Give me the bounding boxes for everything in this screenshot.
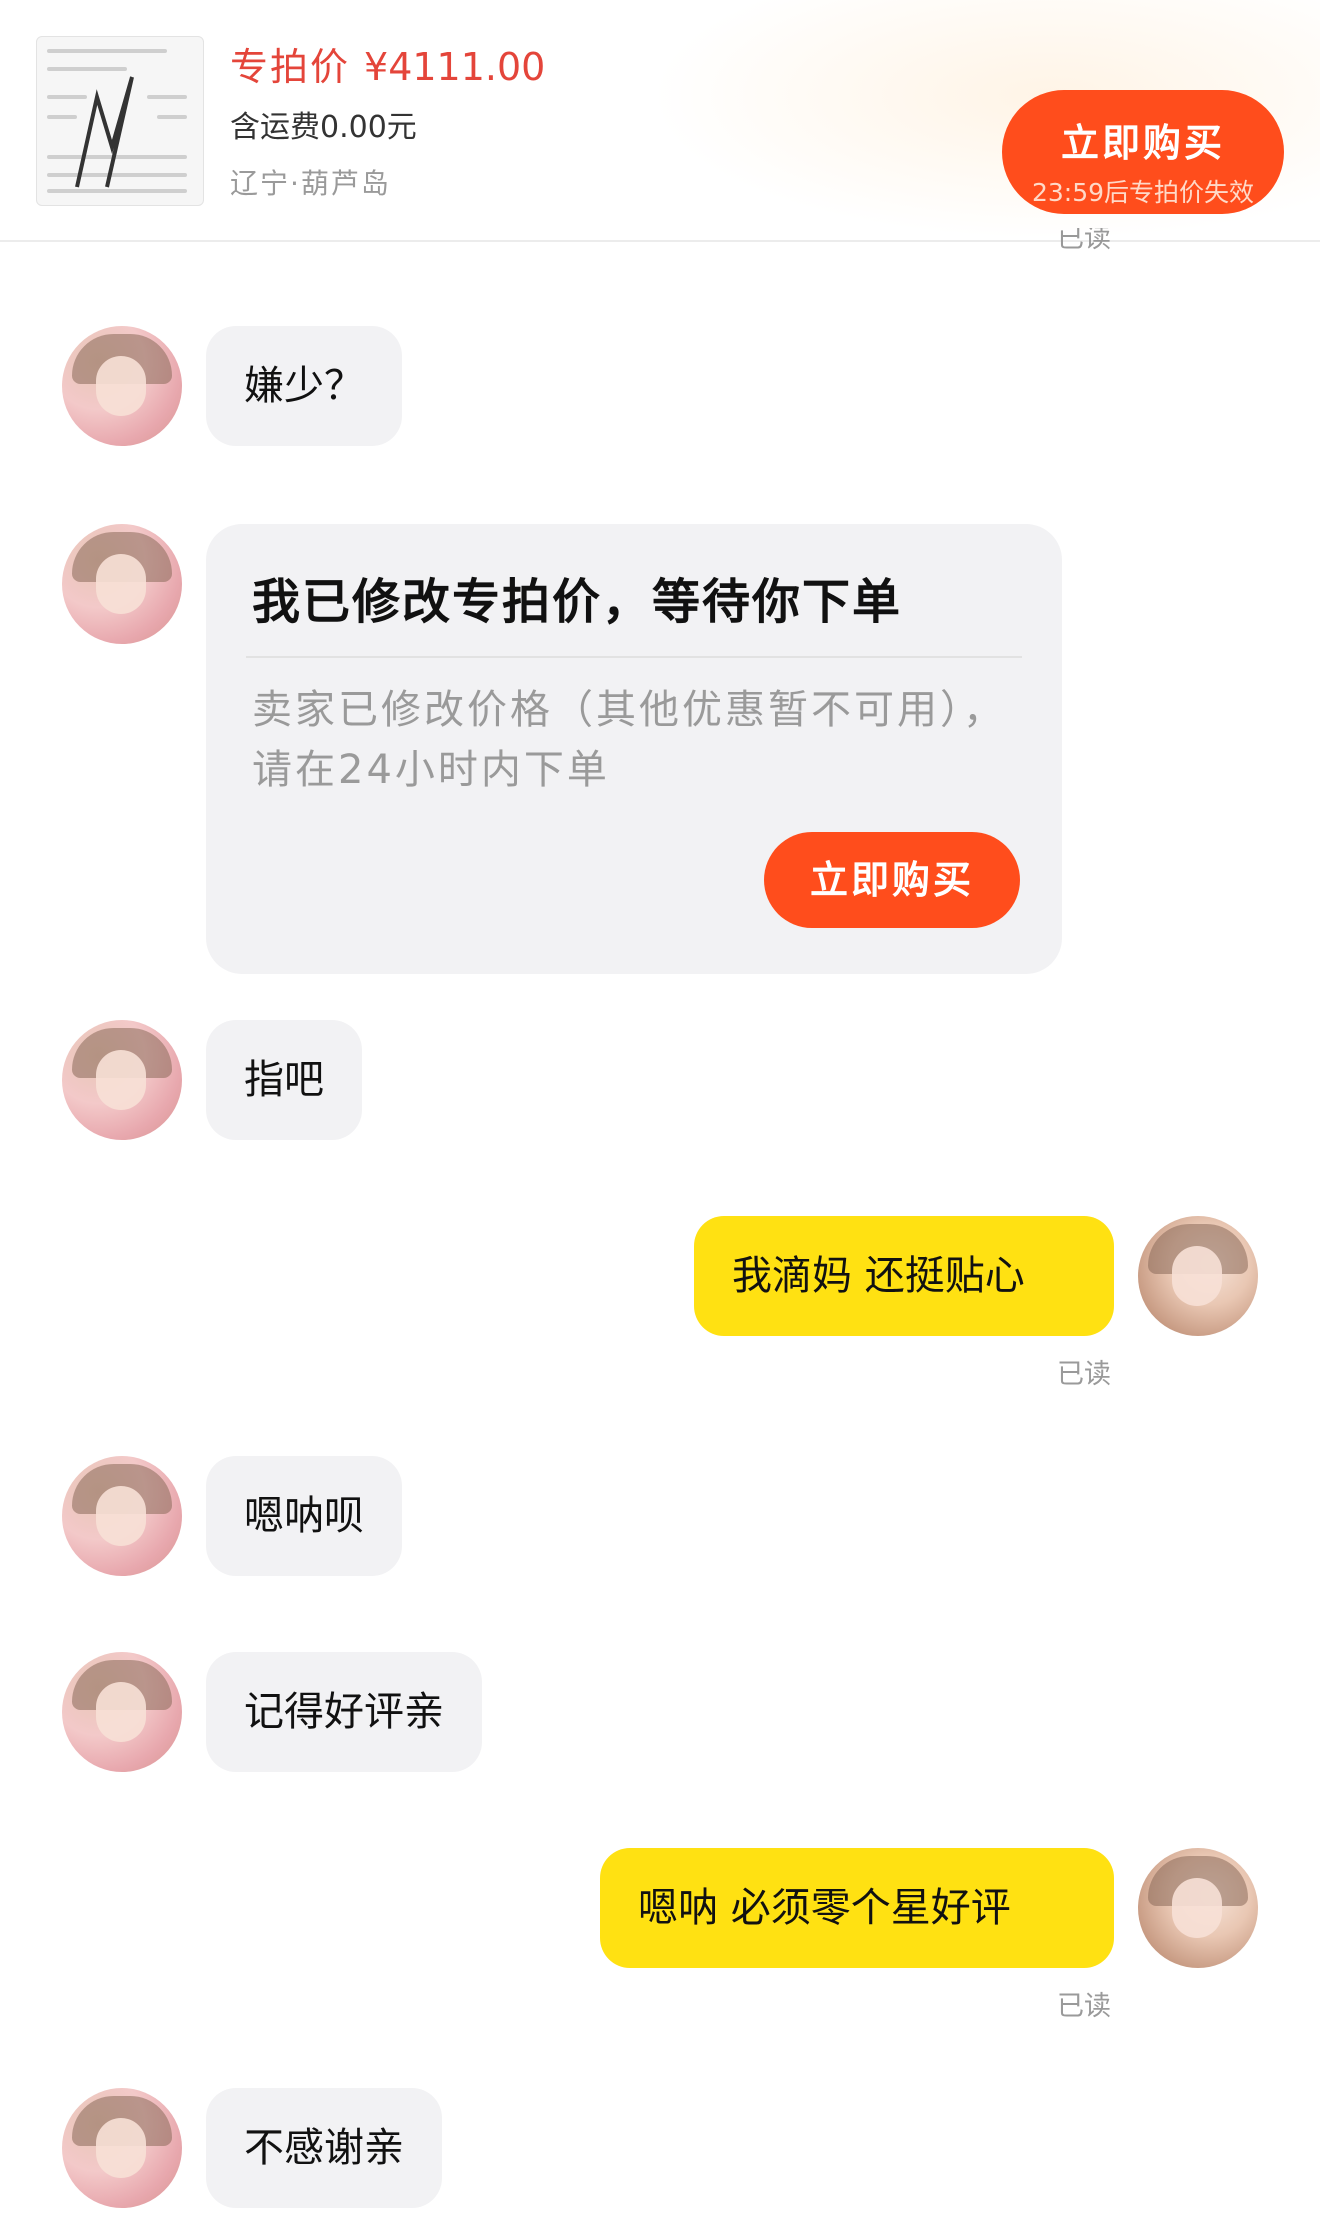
my-message-bubble: 我滴妈 还挺贴心 (694, 1216, 1114, 1336)
price-label: 专拍价 (230, 45, 351, 89)
message-bubble: 嗯呐呗 (206, 1456, 402, 1576)
price-countdown: 23:59后专拍价失效 (1031, 178, 1255, 207)
card-title: 我已修改专拍价，等待你下单 (252, 574, 903, 630)
shipping-info: 含运费0.00元 (230, 110, 417, 145)
seller-avatar[interactable] (62, 1652, 182, 1772)
message-bubble: 不感谢亲 (206, 2088, 442, 2208)
read-receipt: 已读 (1057, 1991, 1111, 2022)
price-change-card: 我已修改专拍价，等待你下单 卖家已修改价格（其他优惠暂不可用），请在24小时内下… (206, 524, 1062, 974)
seller-avatar[interactable] (62, 1020, 182, 1140)
seller-avatar[interactable] (62, 326, 182, 446)
location: 辽宁·葫芦岛 (230, 167, 391, 200)
card-buy-now-button[interactable]: 立即购买 (764, 832, 1020, 928)
seller-avatar[interactable] (62, 2088, 182, 2208)
read-receipt: 已读 (1057, 228, 1111, 254)
my-avatar[interactable] (1138, 1848, 1258, 1968)
card-description: 卖家已修改价格（其他优惠暂不可用），请在24小时内下单 (252, 687, 1006, 793)
my-avatar[interactable] (1138, 1216, 1258, 1336)
card-divider (246, 656, 1022, 658)
buy-now-button[interactable]: 立即购买 23:59后专拍价失效 (1002, 90, 1284, 214)
seller-avatar[interactable] (62, 1456, 182, 1576)
message-bubble: 指吧 (206, 1020, 362, 1140)
special-price: 专拍价 ¥4111.00 (230, 36, 545, 91)
seller-avatar[interactable] (62, 524, 182, 644)
message-bubble: 嫌少？ (206, 326, 402, 446)
product-thumbnail[interactable] (36, 36, 204, 206)
message-bubble: 记得好评亲 (206, 1652, 482, 1772)
price-value: ¥4111.00 (364, 45, 546, 89)
product-header: 专拍价 ¥4111.00 含运费0.00元 辽宁·葫芦岛 立即购买 23:59后专… (0, 0, 1320, 242)
my-message-bubble: 嗯呐 必须零个星好评 (600, 1848, 1114, 1968)
buy-now-label: 立即购买 (1060, 121, 1225, 165)
signature-scribble-icon (75, 76, 134, 188)
read-receipt: 已读 (1057, 1359, 1111, 1390)
